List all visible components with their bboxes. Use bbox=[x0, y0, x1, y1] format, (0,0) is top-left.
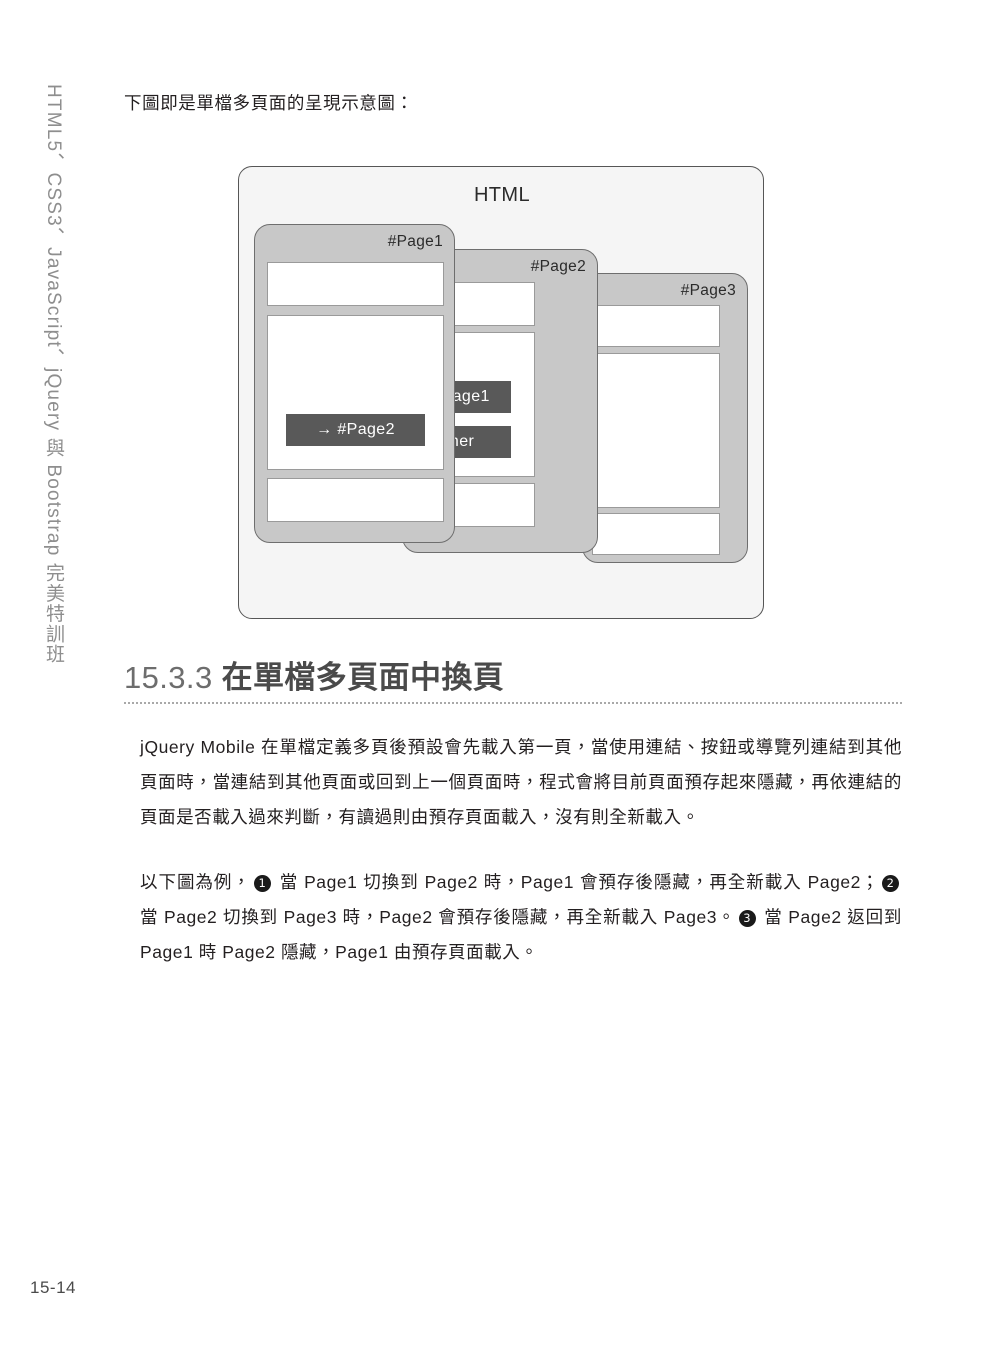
page1-link-to-page2[interactable]: → #Page2 bbox=[286, 414, 425, 446]
html-container-label: HTML bbox=[473, 184, 531, 206]
step-marker-1-icon: 1 bbox=[253, 875, 271, 893]
page3-header-panel bbox=[592, 305, 720, 347]
p2-segment-1: 以下圖為例， bbox=[140, 872, 251, 893]
intro-text: 下圖即是單檔多頁面的呈現示意圖： bbox=[124, 93, 414, 113]
section-title: 在單檔多頁面中換頁 bbox=[221, 660, 505, 695]
page3-content-panel bbox=[592, 353, 720, 508]
section-divider bbox=[124, 702, 902, 705]
phone-label-page3: #Page3 bbox=[680, 282, 736, 299]
page1-header-panel bbox=[267, 262, 444, 306]
p2-segment-2: 當 Page1 切換到 Page2 時，Page1 會預存後隱藏，再全新載入 P… bbox=[273, 872, 879, 893]
page3-footer-panel bbox=[592, 513, 720, 555]
section-number: 15.3.3 bbox=[124, 660, 213, 695]
phone-frame-page1: #Page1 → #Page2 bbox=[254, 224, 455, 543]
step-marker-3-icon: 3 bbox=[738, 910, 756, 928]
running-head: HTML5、CSS3、JavaScript、jQuery 與 Bootstrap… bbox=[43, 84, 64, 664]
paragraph-2: 以下圖為例， 1 當 Page1 切換到 Page2 時，Page1 會預存後隱藏… bbox=[140, 865, 902, 970]
phone-label-page1: #Page1 bbox=[387, 233, 443, 250]
paragraph-1: jQuery Mobile 在單檔定義多頁後預設會先載入第一頁，當使用連結、按鈕… bbox=[140, 737, 902, 828]
section-heading: 15.3.3 在單檔多頁面中換頁 bbox=[124, 660, 902, 695]
page-number: 15-14 bbox=[30, 1278, 76, 1297]
phone-label-page2: #Page2 bbox=[530, 258, 586, 275]
single-file-multipage-diagram: HTML #Page3 #Page2 → #Page1 → Other #Pag… bbox=[238, 166, 766, 621]
page1-content-panel bbox=[267, 315, 444, 470]
phone-frame-page3: #Page3 bbox=[582, 273, 748, 563]
step-marker-2-icon: 2 bbox=[882, 875, 899, 893]
content-column: 下圖即是單檔多頁面的呈現示意圖： HTML #Page3 #Page2 → #P… bbox=[124, 88, 902, 970]
p2-segment-3: 當 Page2 切換到 Page3 時，Page2 會預存後隱藏，再全新載入 P… bbox=[140, 907, 736, 928]
page1-footer-panel bbox=[267, 478, 444, 522]
